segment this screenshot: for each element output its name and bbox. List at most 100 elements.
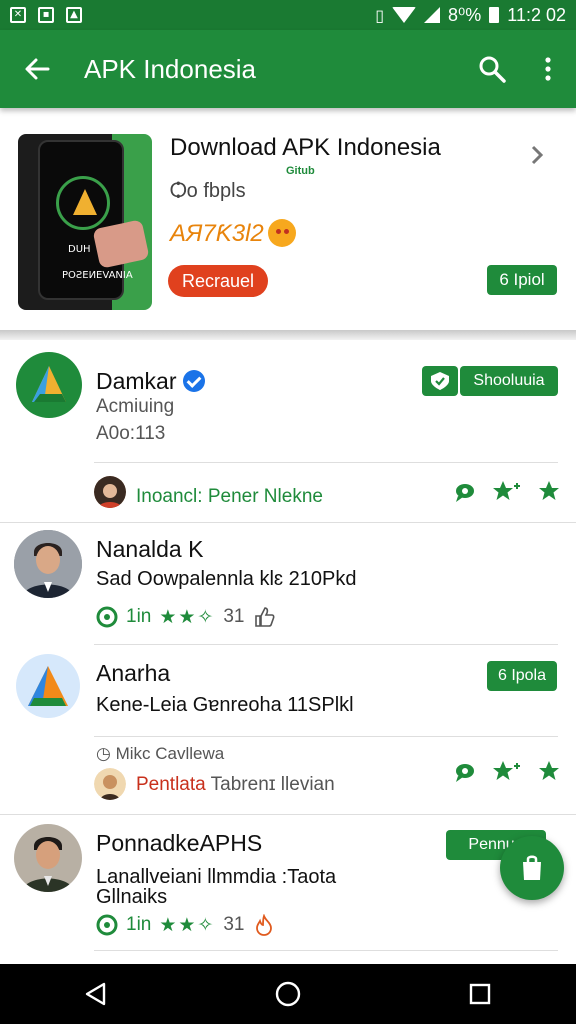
- app-title: APK Indonesia: [84, 53, 257, 84]
- wifi-icon: [392, 7, 417, 23]
- triangle-back-icon: [85, 982, 106, 1006]
- featured-badge: Gitub: [286, 165, 315, 177]
- tag-button[interactable]: Shooluuia: [460, 366, 558, 396]
- star-plus-icon[interactable]: [492, 480, 520, 504]
- clock: 11:2 02: [507, 4, 566, 25]
- request-button[interactable]: Recrauel: [168, 265, 268, 297]
- featured-code: AЯ7Ƙ3Ɩ2: [170, 220, 264, 247]
- fire-icon[interactable]: [253, 914, 275, 936]
- divider: [94, 462, 558, 463]
- tag-button[interactable]: 6 Ipola: [487, 661, 557, 691]
- person-icon: [94, 768, 126, 800]
- whatsapp-icon[interactable]: [96, 606, 118, 628]
- comment-icon[interactable]: [454, 481, 476, 503]
- star-share-icon[interactable]: [536, 480, 562, 504]
- screen: ✕ ▪ ▲ ▯ 8⁰% 11:2 02 APK Indonesia DUH PO…: [0, 0, 576, 1024]
- comment-icon[interactable]: [454, 761, 476, 783]
- image-notification-icon: ▪: [38, 7, 54, 23]
- divider: [94, 950, 558, 951]
- image-text-1: DUH: [68, 244, 91, 255]
- shopping-bag-icon: [523, 855, 541, 880]
- search-icon: [479, 56, 506, 83]
- comment-highlight: Pentlata: [136, 774, 206, 795]
- featured-card[interactable]: DUH POƧEИEVANIA Download APK Indonesia G…: [0, 108, 576, 330]
- post-subtitle: Acmiuing: [96, 396, 175, 417]
- featured-image: DUH POƧEИEVANIA: [18, 134, 152, 310]
- commenter-avatar[interactable]: [94, 768, 126, 800]
- app-bar: APK Indonesia: [0, 30, 576, 108]
- star-plus-icon[interactable]: [492, 760, 520, 784]
- meta-text: Mikc Cavllewa: [115, 744, 225, 763]
- author-name: Damkar: [96, 368, 177, 394]
- like-count: 1in: [126, 606, 152, 627]
- divider: [94, 644, 558, 645]
- post-stats: 1in ★★✧ 31: [96, 914, 275, 936]
- action-icons: [454, 480, 562, 504]
- search-button[interactable]: [464, 30, 520, 108]
- thumbs-up-icon[interactable]: [253, 606, 275, 628]
- status-bar: ✕ ▪ ▲ ▯ 8⁰% 11:2 02: [0, 0, 576, 30]
- photo-notification-icon: ▲: [66, 7, 82, 23]
- back-button[interactable]: [0, 30, 74, 108]
- hand-illustration: [92, 219, 150, 269]
- post-author[interactable]: Anarha: [96, 660, 170, 687]
- person-icon: [94, 476, 126, 508]
- avatar[interactable]: [14, 530, 82, 598]
- reaction-count: 31: [223, 606, 245, 627]
- avatar[interactable]: [14, 824, 82, 892]
- chevron-right-icon[interactable]: [530, 144, 544, 171]
- phone-illustration: DUH POƧEИEVANIA: [38, 140, 133, 300]
- notification-icon: ✕: [10, 7, 26, 23]
- post-text: Kene-Leia Gɐnreoha 11SPlkl: [96, 694, 354, 716]
- post-text-line2: Gllnaiks: [96, 886, 168, 908]
- square-recents-icon: [469, 983, 491, 1005]
- rating-stars: ★★✧: [159, 606, 216, 628]
- comment-text: Pentlata Tabrenɪ Ɩlevian: [136, 774, 335, 796]
- circle-home-icon: [275, 981, 301, 1007]
- like-count: 1in: [126, 914, 152, 935]
- more-options-button[interactable]: [520, 30, 576, 108]
- action-icons: [454, 760, 562, 784]
- whatsapp-icon[interactable]: [96, 914, 118, 936]
- apk-logo-icon: [56, 176, 110, 230]
- person-icon: [14, 530, 82, 598]
- more-vertical-icon: [545, 57, 551, 81]
- shield-button[interactable]: [422, 366, 458, 396]
- fab-button[interactable]: [500, 836, 564, 900]
- nav-recents-button[interactable]: [450, 964, 510, 1024]
- comment-text: Inoancl: Pener Nlekne: [136, 486, 323, 507]
- clock-icon: ◷: [96, 744, 111, 764]
- post-author[interactable]: PonnadkeAPHS: [96, 830, 262, 857]
- apk-logo-icon: [32, 366, 66, 402]
- post-meta: A0o:113: [96, 423, 166, 444]
- vibrate-icon: ▯: [375, 5, 385, 25]
- post-author[interactable]: Damkar: [96, 368, 205, 395]
- signal-icon: [424, 7, 441, 23]
- verified-icon: [182, 370, 205, 392]
- battery-icon: [489, 7, 500, 23]
- person-icon: [14, 824, 82, 892]
- battery-percent: 8⁰%: [448, 4, 482, 25]
- avatar[interactable]: [16, 654, 80, 718]
- image-text-2: POƧEИEVANIA: [62, 270, 133, 281]
- divider: [0, 522, 576, 523]
- comment-body: Tabrenɪ Ɩlevian: [205, 774, 335, 795]
- reaction-count: 31: [223, 914, 245, 935]
- post-author[interactable]: Nanalda K: [96, 536, 203, 563]
- apk-logo-icon: [16, 654, 80, 718]
- avatar[interactable]: [16, 352, 82, 418]
- commenter-avatar[interactable]: [94, 476, 126, 508]
- back-arrow-icon: [25, 58, 50, 80]
- emoji-icon: [268, 219, 296, 247]
- nav-home-button[interactable]: [258, 964, 318, 1024]
- post-meta: ◷ Mikc Cavllewa: [96, 744, 224, 764]
- install-button[interactable]: 6 Ipiol: [487, 265, 557, 295]
- system-nav-bar: [0, 964, 576, 1024]
- divider: [0, 814, 576, 815]
- nav-back-button[interactable]: [66, 964, 126, 1024]
- rating-stars: ★★✧: [159, 914, 216, 936]
- featured-title: Download APK Indonesia: [170, 134, 441, 161]
- divider: [94, 736, 558, 737]
- star-share-icon[interactable]: [536, 760, 562, 784]
- post-stats: 1in ★★✧ 31: [96, 606, 275, 628]
